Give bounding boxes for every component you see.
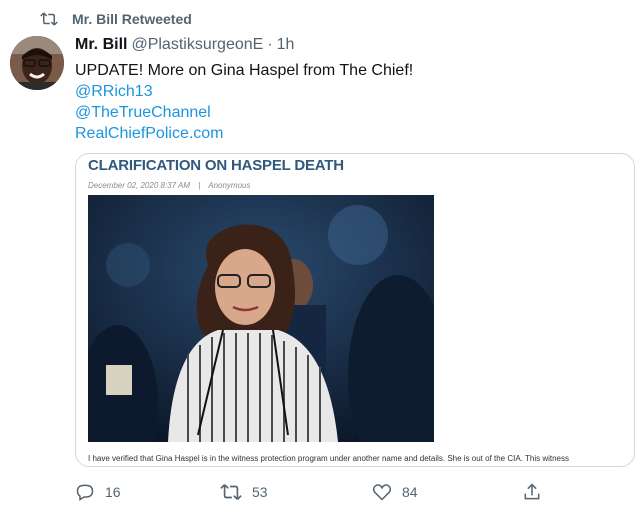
share-button[interactable] (522, 482, 542, 502)
reply-button[interactable]: 16 (75, 482, 121, 502)
reply-icon (75, 482, 95, 502)
retweet-indicator[interactable]: Mr. Bill Retweeted (40, 8, 192, 30)
external-link[interactable]: RealChiefPolice.com (75, 123, 632, 144)
tweet-text: UPDATE! More on Gina Haspel from The Chi… (75, 60, 632, 144)
tweet-text-line: UPDATE! More on Gina Haspel from The Chi… (75, 62, 414, 79)
separator-dot: · (267, 36, 273, 53)
heart-icon (372, 482, 392, 502)
retweet-button[interactable]: 53 (220, 482, 268, 502)
retweet-count: 53 (252, 484, 268, 500)
article-meta: December 02, 2020 8:37 AM | Anonymous (88, 181, 250, 190)
retweet-icon (40, 11, 58, 27)
display-name[interactable]: Mr. Bill (75, 36, 127, 54)
tweet-content: Mr. Bill @PlastiksurgeonE · 1h UPDATE! M… (75, 36, 632, 144)
retweet-icon (220, 482, 242, 502)
mention-thetruechannel[interactable]: @TheTrueChannel (75, 102, 632, 123)
mention-rrich13[interactable]: @RRich13 (75, 81, 632, 102)
embedded-article-image[interactable]: CLARIFICATION ON HASPEL DEATH December 0… (75, 153, 635, 467)
article-date: December 02, 2020 8:37 AM (88, 181, 190, 190)
timestamp[interactable]: 1h (277, 36, 295, 54)
user-handle[interactable]: @PlastiksurgeonE (131, 36, 263, 54)
meta-separator: | (198, 181, 201, 190)
tweet-actions: 16 53 84 (75, 478, 555, 504)
avatar[interactable] (10, 36, 64, 90)
like-button[interactable]: 84 (372, 482, 418, 502)
article-body-text: I have verified that Gina Haspel is in t… (88, 454, 569, 463)
article-photo (88, 195, 434, 442)
like-count: 84 (402, 484, 418, 500)
retweet-label: Mr. Bill Retweeted (72, 11, 192, 27)
reply-count: 16 (105, 484, 121, 500)
share-icon (522, 482, 542, 502)
article-author: Anonymous (208, 181, 251, 190)
article-title: CLARIFICATION ON HASPEL DEATH (88, 157, 344, 174)
